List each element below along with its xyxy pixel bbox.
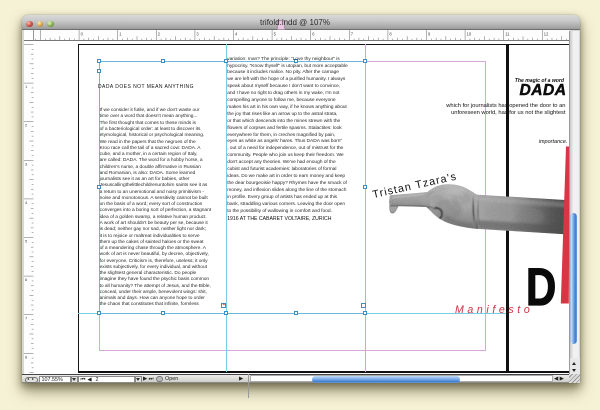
svg-text:6: 6 (25, 277, 28, 282)
svg-text:4: 4 (25, 199, 28, 204)
svg-text:2: 2 (157, 32, 160, 37)
svg-text:2: 2 (25, 122, 28, 127)
svg-text:10: 10 (466, 32, 471, 37)
svg-text:3: 3 (25, 161, 28, 166)
svg-text:6: 6 (312, 32, 315, 37)
svg-text:5: 5 (25, 238, 28, 243)
svg-text:3: 3 (196, 32, 199, 37)
svg-text:8: 8 (25, 354, 28, 359)
svg-text:11: 11 (505, 32, 510, 37)
svg-text:5: 5 (273, 32, 276, 37)
svg-text:12: 12 (543, 32, 548, 37)
svg-text:7: 7 (350, 32, 353, 37)
svg-text:7: 7 (25, 315, 28, 320)
svg-text:8: 8 (389, 32, 392, 37)
svg-text:9: 9 (428, 32, 431, 37)
svg-text:1: 1 (119, 32, 122, 37)
svg-text:0: 0 (80, 32, 83, 37)
svg-text:4: 4 (235, 32, 238, 37)
svg-text:1: 1 (25, 84, 28, 89)
